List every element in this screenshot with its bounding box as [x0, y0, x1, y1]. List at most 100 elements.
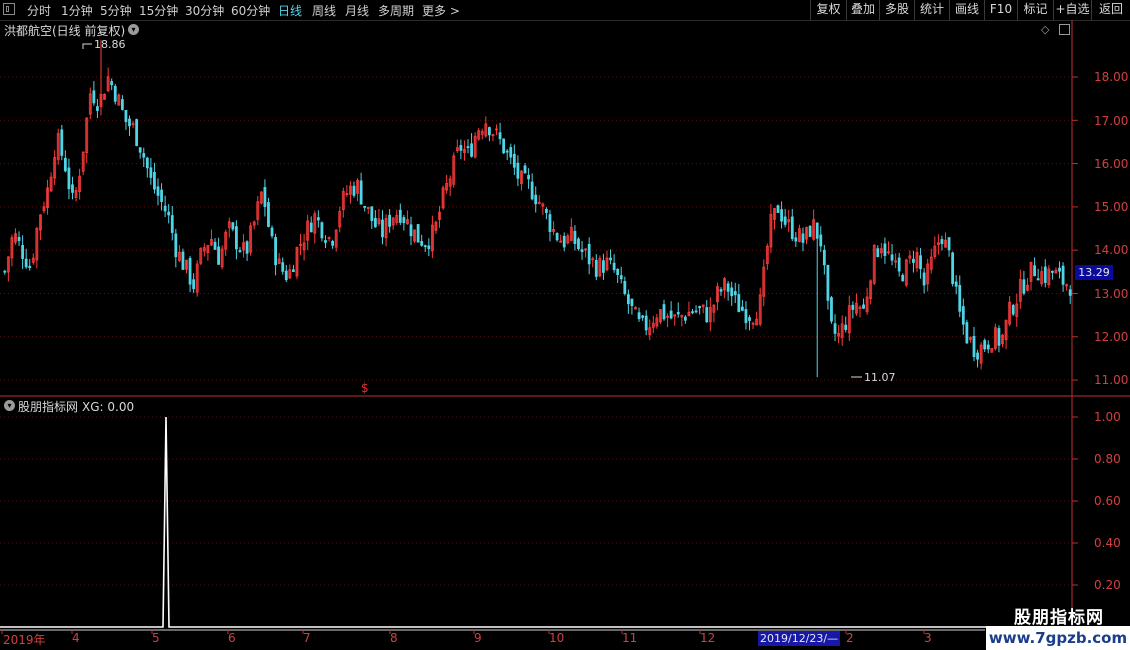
chevron-down-icon[interactable]: ▾ — [4, 400, 15, 411]
candle-body — [609, 257, 612, 261]
candle-body — [580, 249, 584, 252]
candle-body — [466, 146, 470, 148]
candle-body — [487, 127, 491, 136]
candle-body — [274, 237, 277, 266]
candle-body — [573, 231, 577, 244]
candle-body — [363, 205, 367, 208]
candle-body — [562, 235, 566, 248]
date-axis-label: 5 — [152, 631, 160, 645]
candle-body — [534, 194, 538, 205]
candle-body — [359, 180, 363, 205]
kline-chart[interactable] — [0, 0, 1130, 650]
candle-body — [181, 251, 185, 270]
candle-body — [316, 217, 320, 221]
candle-body — [509, 147, 513, 158]
candle-body — [120, 99, 124, 110]
candle-body — [138, 147, 142, 153]
date-axis-label: 8 — [390, 631, 398, 645]
candle-body — [398, 209, 402, 223]
candle-body — [163, 205, 167, 212]
candle-body — [142, 153, 146, 158]
indicator-axis-label: 0.40 — [1094, 536, 1121, 550]
candle-body — [416, 224, 420, 243]
price-axis-label: 11.00 — [1094, 373, 1129, 387]
candle-body — [213, 241, 217, 250]
candle-body — [912, 258, 915, 263]
candle-body — [555, 233, 559, 241]
current-price-tag: 13.29 — [1075, 265, 1113, 280]
date-axis-label: 4 — [72, 631, 80, 645]
candle-body — [705, 307, 709, 323]
price-axis-label: 12.00 — [1094, 330, 1129, 344]
candle-body — [730, 287, 734, 297]
candle-body — [822, 249, 826, 266]
candle-body — [694, 310, 698, 313]
candle-body — [883, 243, 887, 256]
candle-body — [1058, 267, 1061, 272]
candle-body — [662, 304, 666, 320]
candle-body — [245, 241, 249, 254]
candle-body — [167, 211, 171, 216]
candle-body — [1036, 278, 1040, 281]
candle-body — [744, 309, 748, 324]
candle-body — [1051, 270, 1054, 273]
candle-body — [217, 246, 220, 265]
candle-body — [324, 240, 327, 243]
candle-body — [669, 310, 673, 319]
candle-body — [234, 226, 238, 250]
candle-body — [733, 291, 737, 296]
candle-body — [270, 227, 274, 237]
panel-toggle-icon[interactable] — [1059, 24, 1070, 35]
chevron-down-icon[interactable]: ▾ — [128, 24, 139, 35]
price-axis-label: 16.00 — [1094, 157, 1129, 171]
candle-body — [623, 281, 627, 295]
signal-marker: $ — [361, 381, 369, 395]
candle-body — [530, 181, 534, 200]
candle-body — [309, 222, 313, 233]
candle-body — [691, 311, 694, 314]
indicator-axis-label: 0.80 — [1094, 452, 1121, 466]
candle-body — [897, 257, 901, 272]
candle-body — [388, 214, 392, 227]
candle-body — [997, 328, 1001, 346]
candle-body — [516, 162, 520, 179]
candle-body — [512, 153, 516, 168]
candle-body — [961, 306, 965, 325]
indicator-axis-label: 0.60 — [1094, 494, 1121, 508]
candle-body — [616, 268, 620, 275]
candle-body — [630, 298, 634, 306]
candle-body — [719, 289, 723, 292]
candle-body — [292, 269, 295, 273]
candle-body — [1022, 279, 1026, 294]
candle-body — [1068, 289, 1072, 296]
candle-body — [602, 260, 605, 273]
xg-indicator-line — [0, 416, 1072, 628]
candle-body — [135, 119, 139, 146]
date-axis-label: 7 — [303, 631, 311, 645]
candle-body — [947, 237, 951, 251]
candle-body — [876, 248, 880, 258]
price-axis-label: 13.00 — [1094, 287, 1129, 301]
candle-body — [470, 143, 473, 157]
candle-body — [498, 132, 502, 140]
date-axis-label: 2019年 — [3, 633, 46, 647]
candle-body — [113, 85, 117, 102]
cursor-date-label: 2019/12/23/— — [758, 631, 841, 646]
diamond-icon[interactable]: ◇ — [1041, 23, 1049, 36]
candle-body — [641, 315, 645, 318]
candle-body — [409, 224, 413, 237]
candle-body — [830, 297, 833, 322]
candle-body — [423, 245, 427, 248]
candle-body — [96, 106, 99, 111]
candle-body — [626, 294, 630, 305]
candle-body — [21, 245, 24, 259]
candle-body — [965, 322, 969, 344]
candle-body — [523, 165, 527, 174]
date-axis-label: 11 — [622, 631, 638, 645]
candle-body — [808, 225, 812, 237]
candle-body — [619, 275, 623, 280]
watermark-name: 股朋指标网 — [1014, 608, 1104, 628]
date-axis-label: 10 — [549, 631, 565, 645]
candle-body — [145, 157, 149, 169]
candle-body — [545, 208, 548, 213]
